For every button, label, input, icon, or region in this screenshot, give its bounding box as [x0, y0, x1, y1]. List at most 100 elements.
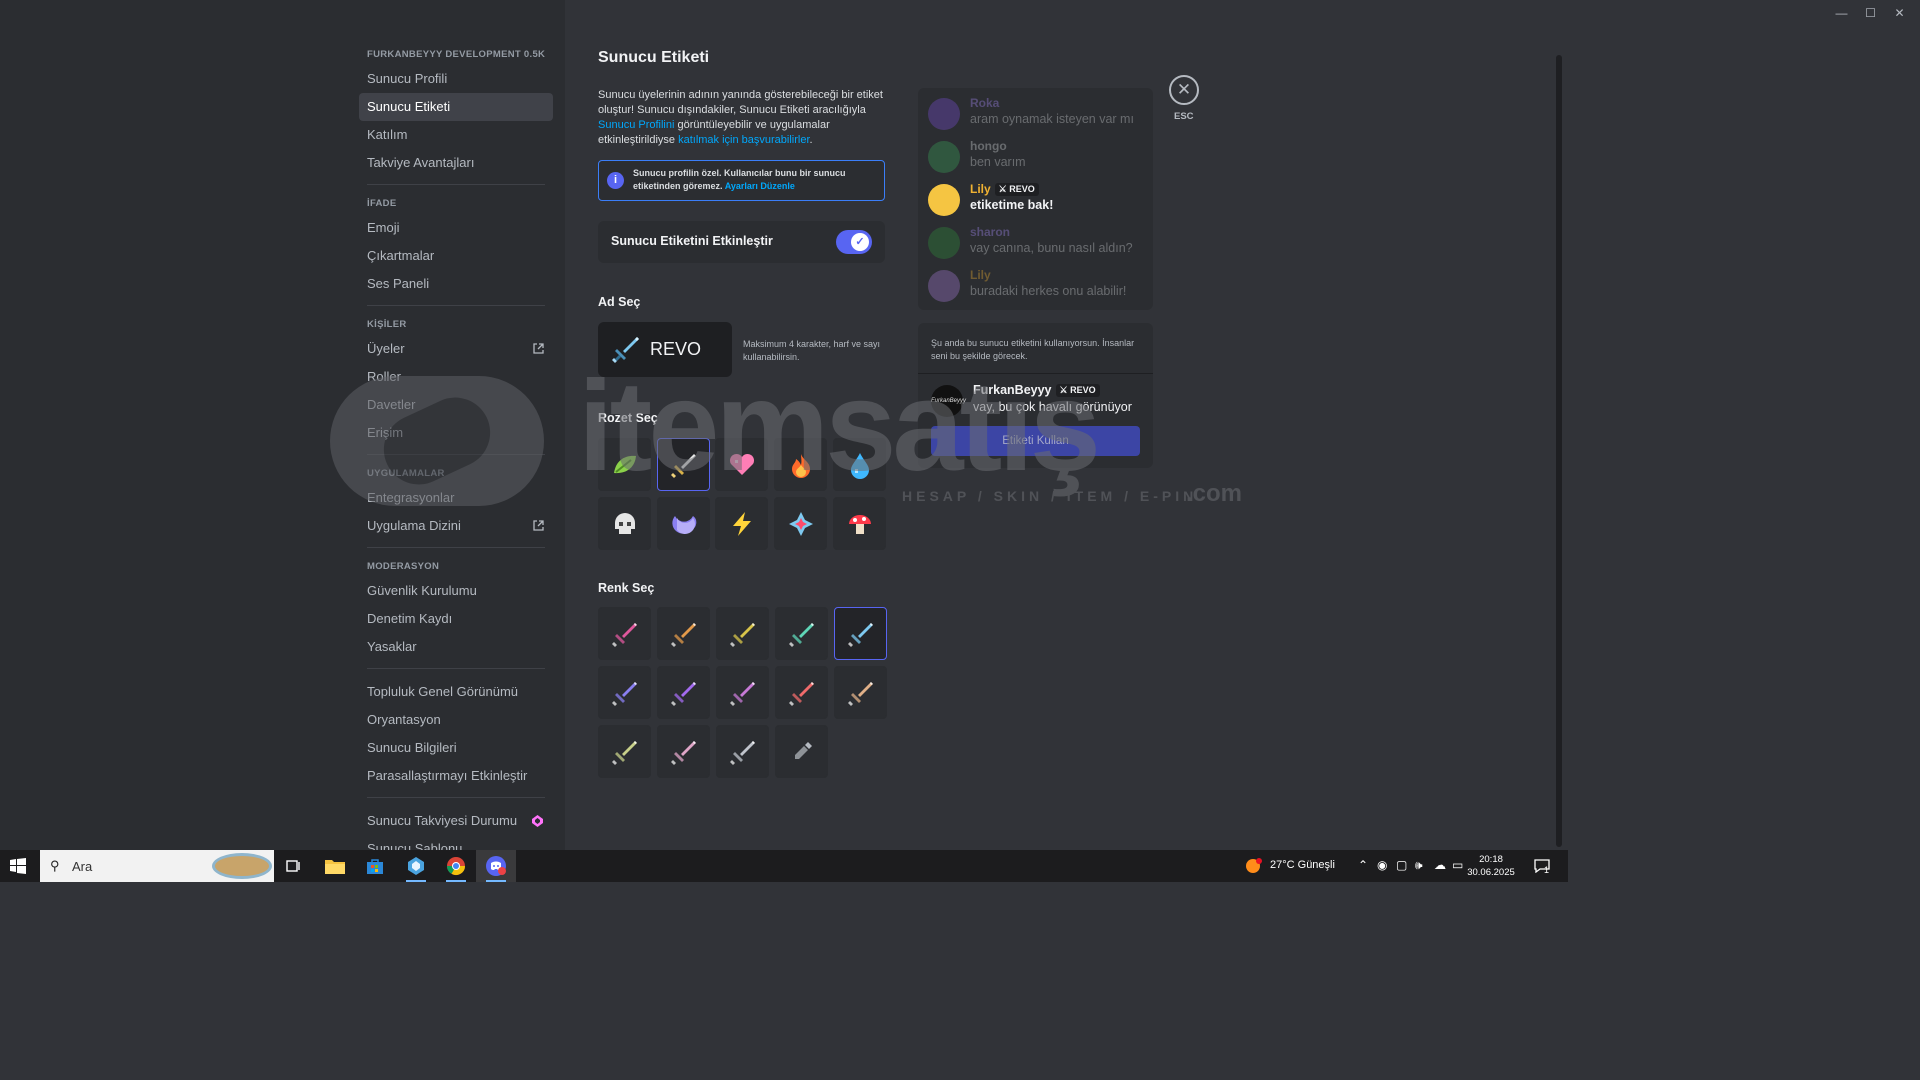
- sidebar-item-davetler[interactable]: Davetler: [359, 391, 553, 419]
- sidebar-item-sunucu-bilgileri[interactable]: Sunucu Bilgileri: [359, 734, 553, 762]
- divider: [918, 373, 1153, 374]
- color-picker-button[interactable]: [775, 725, 828, 778]
- sidebar-item-erisim[interactable]: Erişim: [359, 419, 553, 447]
- weather-widget[interactable]: 27°C Güneşli: [1244, 850, 1340, 882]
- message-text: buradaki herkes onu alabilir!: [970, 284, 1127, 298]
- preview-message: vay, bu çok havalı görünüyor: [973, 400, 1132, 414]
- maximize-button[interactable]: ☐: [1856, 4, 1885, 22]
- sidebar-item-denetim-kaydi[interactable]: Denetim Kaydı: [359, 605, 553, 633]
- notifications-button[interactable]: 1: [1530, 850, 1560, 882]
- sidebar-item-roller[interactable]: Roller: [359, 363, 553, 391]
- tag-name-input[interactable]: REVO: [598, 322, 732, 377]
- taskbar-search[interactable]: ⚲ Ara: [40, 850, 274, 882]
- use-tag-button[interactable]: Etiketi Kullan: [931, 426, 1140, 456]
- search-placeholder: Ara: [72, 859, 93, 874]
- color-swatch[interactable]: [598, 666, 651, 719]
- color-swatch[interactable]: [657, 666, 710, 719]
- usage-hint: Şu anda bu sunucu etiketini kullanıyorsu…: [931, 338, 1135, 361]
- color-swatch[interactable]: [716, 666, 769, 719]
- message-author: Lily: [970, 268, 991, 282]
- checkmark-icon: ✓: [851, 233, 869, 251]
- color-swatch[interactable]: [775, 666, 828, 719]
- sidebar-item-uygulama-dizini[interactable]: Uygulama Dizini: [359, 512, 553, 540]
- minimize-button[interactable]: —: [1827, 4, 1856, 22]
- sidebar-item-takviye-avantajlari[interactable]: Takviye Avantajları: [359, 149, 553, 177]
- badge-leaf[interactable]: [598, 438, 651, 491]
- sword-icon: [848, 682, 873, 706]
- color-swatch[interactable]: [598, 607, 651, 660]
- chrome-icon[interactable]: [436, 850, 476, 882]
- color-swatch[interactable]: [598, 725, 651, 778]
- sidebar-item-sunucu-etiketi[interactable]: Sunucu Etiketi: [359, 93, 553, 121]
- badge-lightning[interactable]: [715, 497, 768, 550]
- store-icon[interactable]: [355, 850, 395, 882]
- sidebar-item-katilim[interactable]: Katılım: [359, 121, 553, 149]
- enable-tag-toggle[interactable]: ✓: [836, 230, 872, 254]
- color-swatch[interactable]: [716, 725, 769, 778]
- sidebar-item-parasallastirma[interactable]: Parasallaştırmayı Etkinleştir: [359, 762, 553, 790]
- sidebar-item-topluluk-genel-gorunumu[interactable]: Topluluk Genel Görünümü: [359, 678, 553, 706]
- file-explorer-icon[interactable]: [315, 850, 355, 882]
- windows-start-icon[interactable]: [10, 858, 26, 874]
- sidebar-divider: [367, 184, 545, 185]
- color-swatch[interactable]: [657, 607, 710, 660]
- sidebar-item-uyeler[interactable]: Üyeler: [359, 335, 553, 363]
- task-view-icon[interactable]: [274, 850, 314, 882]
- sidebar-item-oryantasyon[interactable]: Oryantasyon: [359, 706, 553, 734]
- server-name-heading: FURKANBEYYY DEVELOPMENT 0.5K: [367, 49, 546, 60]
- system-tray[interactable]: ⌃ ◉ ▢ 🕪 ☁ ▭: [1354, 850, 1464, 882]
- fire-icon: [792, 454, 810, 478]
- search-icon: ⚲: [50, 858, 60, 873]
- discord-icon[interactable]: [476, 850, 516, 882]
- close-settings-button[interactable]: ✕: [1169, 75, 1199, 105]
- color-swatch[interactable]: [775, 607, 828, 660]
- skull-icon: [615, 513, 635, 534]
- sidebar-item-sunucu-takviyesi-durumu[interactable]: Sunucu Takviyesi Durumu: [359, 807, 553, 835]
- sidebar-divider: [367, 547, 545, 548]
- close-window-button[interactable]: ✕: [1885, 4, 1914, 22]
- badge-water-drop[interactable]: [833, 438, 886, 491]
- mushroom-icon: [849, 515, 871, 534]
- app-icon[interactable]: [396, 850, 436, 882]
- message-text: aram oynamak isteyen var mı: [970, 112, 1134, 126]
- scrollbar[interactable]: [1556, 55, 1562, 847]
- sidebar-item-ses-paneli[interactable]: Ses Paneli: [359, 270, 553, 298]
- tag-usage-card: Şu anda bu sunucu etiketini kullanıyorsu…: [918, 323, 1153, 468]
- sidebar-item-label: Üyeler: [367, 341, 405, 356]
- section-moderasyon: MODERASYON: [367, 561, 440, 572]
- sidebar-item-entegrasyonlar[interactable]: Entegrasyonlar: [359, 484, 553, 512]
- sidebar-item-cikartmalar[interactable]: Çıkartmalar: [359, 242, 553, 270]
- badge-mushroom[interactable]: [833, 497, 886, 550]
- edit-settings-link[interactable]: Ayarları Düzenle: [725, 181, 795, 191]
- apply-link[interactable]: katılmak için başvurabilirler: [678, 134, 809, 146]
- color-swatch[interactable]: [834, 607, 887, 660]
- sword-icon: [612, 623, 637, 647]
- badge-crystal[interactable]: [774, 497, 827, 550]
- sidebar-item-yasaklar[interactable]: Yasaklar: [359, 633, 553, 661]
- taskbar-clock[interactable]: 20:18 30.06.2025: [1466, 853, 1516, 879]
- color-swatch[interactable]: [716, 607, 769, 660]
- info-notice: i Sunucu profilin özel. Kullanıcılar bun…: [598, 160, 885, 201]
- sidebar-item-guvenlik-kurulumu[interactable]: Güvenlik Kurulumu: [359, 577, 553, 605]
- sidebar-item-emoji[interactable]: Emoji: [359, 214, 553, 242]
- badge-sword[interactable]: [657, 438, 710, 491]
- badge-skull[interactable]: [598, 497, 651, 550]
- badge-heart[interactable]: [715, 438, 768, 491]
- volume-icon: 🕪: [1415, 858, 1423, 872]
- tag-name-value: REVO: [650, 339, 702, 359]
- taskbar: ⚲ Ara 27°C Güneşli ⌃ ◉ ▢ 🕪 ☁ ▭ 20:18 30.…: [0, 850, 1568, 882]
- sidebar-item-sunucu-profili[interactable]: Sunucu Profili: [359, 65, 553, 93]
- enable-tag-label: Sunucu Etiketini Etkinleştir: [611, 234, 773, 248]
- enable-tag-card: Sunucu Etiketini Etkinleştir ✓: [598, 221, 885, 263]
- badge-moon[interactable]: [657, 497, 710, 550]
- avatar: [928, 184, 960, 216]
- message-author: Lily ⚔ REVO: [970, 182, 1039, 196]
- badge-fire[interactable]: [774, 438, 827, 491]
- username-text: FurkanBeyyy: [973, 383, 1052, 397]
- message-author: hongo: [970, 139, 1007, 153]
- eyedropper-icon: [795, 742, 812, 759]
- sword-icon: [671, 682, 696, 706]
- server-profile-link[interactable]: Sunucu Profilini: [598, 119, 674, 131]
- color-swatch[interactable]: [657, 725, 710, 778]
- color-swatch[interactable]: [834, 666, 887, 719]
